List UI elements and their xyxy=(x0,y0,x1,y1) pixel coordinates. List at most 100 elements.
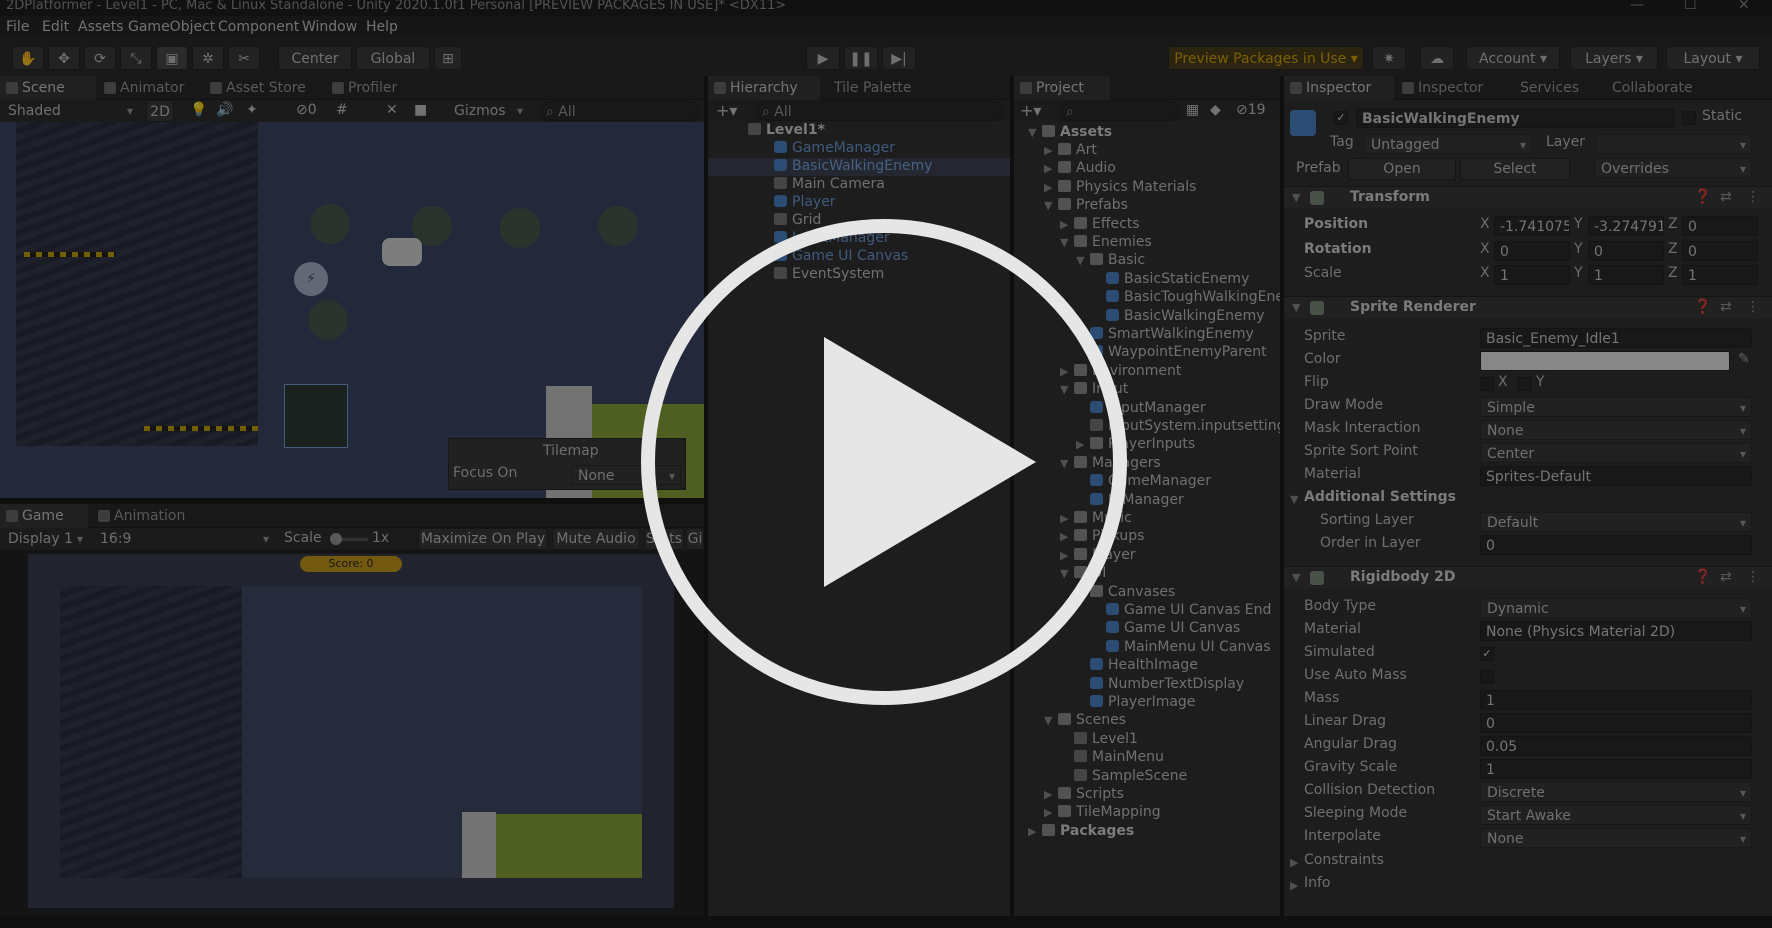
physics-material-field[interactable]: None (Physics Material 2D) xyxy=(1480,621,1752,641)
expand-arrow-icon[interactable]: ▶ xyxy=(1290,856,1298,869)
hierarchy-search-input[interactable]: ⌕ All xyxy=(756,101,1004,121)
account-dropdown[interactable]: Account ▾ xyxy=(1466,46,1560,70)
scale-field-y[interactable]: 1 xyxy=(1588,265,1664,285)
game-viewport[interactable]: Score: 0 xyxy=(0,550,704,916)
expand-arrow-icon[interactable]: ▶ xyxy=(1028,825,1036,838)
position-field-z[interactable]: 0 xyxy=(1682,216,1758,236)
context-menu-icon[interactable]: ⋮ xyxy=(1746,299,1760,315)
tag-dropdown[interactable]: Untagged xyxy=(1364,134,1532,154)
project-item[interactable]: SampleScene xyxy=(1074,768,1187,784)
collision-detection-dropdown[interactable]: Discrete xyxy=(1480,782,1752,802)
enemy-sprite[interactable] xyxy=(598,206,638,246)
tab-tile-palette[interactable]: Tile Palette xyxy=(822,76,934,100)
sprite-renderer-header[interactable]: ▼ Sprite Renderer ❓ ⇄ ⋮ xyxy=(1284,296,1772,318)
collapse-arrow-icon[interactable]: ▼ xyxy=(1292,191,1300,204)
expand-arrow-icon[interactable]: ▶ xyxy=(1044,181,1052,194)
cloud-icon[interactable]: ☁ xyxy=(1420,46,1454,70)
sprite-material-field[interactable]: Sprites-Default xyxy=(1480,466,1752,486)
menu-assets[interactable]: Assets xyxy=(78,19,124,35)
pause-button[interactable]: ❚❚ xyxy=(844,46,878,70)
preset-icon[interactable]: ⇄ xyxy=(1720,299,1732,315)
mute-audio-toggle[interactable]: Mute Audio xyxy=(552,528,640,550)
hierarchy-root[interactable]: Level1* xyxy=(748,122,825,138)
preset-icon[interactable]: ⇄ xyxy=(1720,189,1732,205)
context-menu-icon[interactable]: ⋮ xyxy=(1746,569,1760,585)
rigidbody-2d-header[interactable]: ▼ Rigidbody 2D ❓ ⇄ ⋮ xyxy=(1284,566,1772,588)
display-dropdown[interactable]: Display 1 xyxy=(2,529,88,549)
menu-component[interactable]: Component xyxy=(218,19,299,35)
use-auto-mass-checkbox[interactable] xyxy=(1480,670,1494,684)
project-item[interactable]: ▶ TileMapping xyxy=(1044,804,1161,820)
scale-tool-button[interactable]: ⤡ xyxy=(120,46,152,70)
rect-tool-button[interactable]: ▣ xyxy=(156,46,188,70)
simulated-checkbox[interactable]: ✓ xyxy=(1480,647,1494,661)
help-icon[interactable]: ❓ xyxy=(1694,299,1711,315)
enemy-sprite[interactable] xyxy=(310,204,350,244)
collapse-arrow-icon[interactable]: ▼ xyxy=(1292,571,1300,584)
enemy-sprite[interactable] xyxy=(500,208,540,248)
transform-header[interactable]: ▼ Transform ❓ ⇄ ⋮ xyxy=(1284,186,1772,208)
project-item[interactable]: ▶ Art xyxy=(1044,142,1097,158)
project-root-assets[interactable]: ▼ Assets xyxy=(1028,124,1112,140)
layer-dropdown[interactable] xyxy=(1596,134,1752,154)
scale-slider-handle[interactable] xyxy=(330,533,342,545)
static-checkbox[interactable] xyxy=(1682,111,1696,125)
scene-viewport[interactable]: ⚡ Tilemap Focus On None xyxy=(0,122,704,498)
pivot-global-button[interactable]: Global xyxy=(356,46,430,70)
tab-scene[interactable]: Scene xyxy=(0,76,96,100)
sorting-layer-dropdown[interactable]: Default xyxy=(1480,512,1752,532)
position-field-y[interactable]: -3.274791 xyxy=(1588,216,1664,236)
mask-interaction-dropdown[interactable]: None xyxy=(1480,420,1752,440)
project-search-input[interactable]: ⌕ xyxy=(1060,101,1180,121)
tab-animator[interactable]: Animator xyxy=(98,76,200,100)
tools-icon[interactable]: ✕ xyxy=(386,102,398,118)
effects-icon[interactable]: ✦ xyxy=(246,102,258,118)
play-button-icon[interactable] xyxy=(634,212,1134,712)
interpolate-dropdown[interactable]: None xyxy=(1480,828,1752,848)
enemy-sprite[interactable] xyxy=(308,300,348,340)
preview-packages-button[interactable]: Preview Packages in Use ▾ xyxy=(1168,46,1364,70)
custom-tool-button[interactable]: ✂ xyxy=(228,46,260,70)
move-tool-button[interactable]: ✥ xyxy=(48,46,80,70)
flip-y-checkbox[interactable] xyxy=(1518,377,1532,391)
hidden-packages-icon[interactable]: ⊘19 xyxy=(1236,102,1266,118)
grid-icon[interactable]: # xyxy=(336,102,348,118)
audio-icon[interactable]: 🔊 xyxy=(216,102,233,118)
tab-animation[interactable]: Animation xyxy=(92,504,204,528)
info-foldout[interactable]: Info xyxy=(1304,875,1331,891)
filter-icon[interactable]: ▦ xyxy=(1186,102,1199,118)
linear-drag-field[interactable]: 0 xyxy=(1480,713,1752,733)
settings-icon[interactable]: ✷ xyxy=(1372,46,1406,70)
step-button[interactable]: ▶| xyxy=(882,46,916,70)
tab-game[interactable]: Game xyxy=(0,504,88,528)
body-type-dropdown[interactable]: Dynamic xyxy=(1480,598,1752,618)
gravity-scale-field[interactable]: 1 xyxy=(1480,759,1752,779)
camera-icon[interactable]: ■ xyxy=(414,102,427,118)
scale-field-z[interactable]: 1 xyxy=(1682,265,1758,285)
scale-field-x[interactable]: 1 xyxy=(1494,265,1570,285)
transform-tool-button[interactable]: ✲ xyxy=(192,46,224,70)
tab-inspector-2[interactable]: Inspector xyxy=(1396,76,1506,100)
project-item[interactable]: MainMenu xyxy=(1074,749,1164,765)
shading-dropdown[interactable]: Shaded xyxy=(2,101,138,121)
lighting-icon[interactable]: 💡 xyxy=(190,102,207,118)
project-item[interactable]: ▼ Prefabs xyxy=(1044,197,1128,213)
gizmos-dropdown[interactable]: Gizmos xyxy=(448,101,528,121)
layers-dropdown[interactable]: Layers ▾ xyxy=(1570,46,1658,70)
object-name-input[interactable]: BasicWalkingEnemy xyxy=(1356,108,1674,128)
collapse-arrow-icon[interactable]: ▼ xyxy=(1290,493,1298,506)
layout-dropdown[interactable]: Layout ▾ xyxy=(1666,46,1760,70)
menu-gameobject[interactable]: GameObject xyxy=(128,19,215,35)
snap-button[interactable]: ⊞ xyxy=(434,46,462,70)
maximize-icon[interactable]: ☐ xyxy=(1684,0,1697,13)
project-item[interactable]: ▼ Scenes xyxy=(1044,712,1126,728)
hand-tool-button[interactable]: ✋ xyxy=(12,46,44,70)
prefab-open-button[interactable]: Open xyxy=(1348,158,1456,180)
expand-arrow-icon[interactable]: ▶ xyxy=(1044,162,1052,175)
project-item[interactable]: ▶ Packages xyxy=(1028,823,1134,839)
help-icon[interactable]: ❓ xyxy=(1694,189,1711,205)
tab-services[interactable]: Services xyxy=(1508,76,1600,100)
menu-edit[interactable]: Edit xyxy=(42,19,69,35)
expand-arrow-icon[interactable]: ▶ xyxy=(1044,806,1052,819)
tab-collaborate[interactable]: Collaborate xyxy=(1600,76,1720,100)
